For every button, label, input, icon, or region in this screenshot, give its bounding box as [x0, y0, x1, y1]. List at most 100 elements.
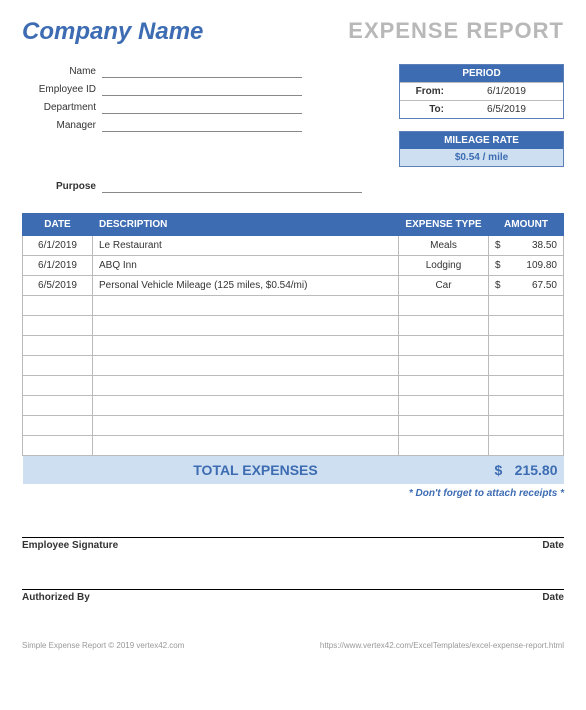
company-name: Company Name [22, 18, 203, 46]
cell-empty [489, 436, 564, 456]
document-header: Company Name EXPENSE REPORT [22, 18, 564, 46]
header-amount: AMOUNT [489, 214, 564, 236]
table-row [23, 296, 564, 316]
cell-empty [23, 396, 93, 416]
period-to-label: To: [400, 101, 450, 118]
cell-empty [399, 356, 489, 376]
table-row [23, 336, 564, 356]
employee-signature-row: Employee Signature Date [22, 537, 564, 551]
cell-date: 6/1/2019 [23, 256, 93, 276]
total-currency: $ [495, 462, 503, 478]
period-from-value: 6/1/2019 [450, 83, 563, 100]
name-field: Name [22, 64, 399, 78]
total-amount-cell: $ 215.80 [489, 456, 564, 485]
total-label: TOTAL EXPENSES [23, 456, 489, 485]
table-header-row: DATE DESCRIPTION EXPENSE TYPE AMOUNT [23, 214, 564, 236]
table-row [23, 436, 564, 456]
authorized-date-label: Date [542, 592, 564, 603]
cell-empty [399, 296, 489, 316]
purpose-label: Purpose [22, 181, 102, 193]
signature-section: Employee Signature Date Authorized By Da… [22, 537, 564, 603]
purpose-field: Purpose [22, 179, 564, 193]
cell-empty [93, 316, 399, 336]
employee-fields: Name Employee ID Department Manager [22, 64, 399, 167]
cell-empty [399, 396, 489, 416]
mileage-box: MILEAGE RATE $0.54 / mile [399, 131, 564, 167]
cell-amount: $38.50 [489, 236, 564, 256]
cell-date: 6/1/2019 [23, 236, 93, 256]
table-row [23, 316, 564, 336]
period-from-label: From: [400, 83, 450, 100]
footer: Simple Expense Report © 2019 vertex42.co… [22, 641, 564, 650]
period-mileage-section: PERIOD From: 6/1/2019 To: 6/5/2019 MILEA… [399, 64, 564, 167]
mileage-value: $0.54 / mile [400, 149, 563, 166]
footer-copyright: Simple Expense Report © 2019 vertex42.co… [22, 641, 184, 650]
footer-url: https://www.vertex42.com/ExcelTemplates/… [320, 641, 564, 650]
period-from-row: From: 6/1/2019 [400, 82, 563, 100]
table-row [23, 376, 564, 396]
purpose-input-line[interactable] [102, 179, 362, 193]
cell-description: Personal Vehicle Mileage (125 miles, $0.… [93, 276, 399, 296]
cell-empty [93, 356, 399, 376]
period-to-row: To: 6/5/2019 [400, 100, 563, 118]
cell-amount: $109.80 [489, 256, 564, 276]
authorized-signature-row: Authorized By Date [22, 589, 564, 603]
cell-type: Car [399, 276, 489, 296]
cell-empty [93, 376, 399, 396]
cell-empty [23, 416, 93, 436]
cell-empty [489, 376, 564, 396]
cell-description: Le Restaurant [93, 236, 399, 256]
table-row [23, 356, 564, 376]
table-row: 6/1/2019Le RestaurantMeals$38.50 [23, 236, 564, 256]
total-row: TOTAL EXPENSES $ 215.80 [23, 456, 564, 485]
cell-empty [489, 336, 564, 356]
cell-empty [399, 376, 489, 396]
cell-empty [93, 396, 399, 416]
cell-empty [93, 416, 399, 436]
cell-empty [399, 416, 489, 436]
header-description: DESCRIPTION [93, 214, 399, 236]
manager-field: Manager [22, 118, 399, 132]
cell-empty [23, 296, 93, 316]
cell-empty [399, 436, 489, 456]
header-expense-type: EXPENSE TYPE [399, 214, 489, 236]
manager-input-line[interactable] [102, 118, 302, 132]
cell-empty [23, 356, 93, 376]
employee-signature-label: Employee Signature [22, 540, 118, 551]
period-box: PERIOD From: 6/1/2019 To: 6/5/2019 [399, 64, 564, 119]
cell-empty [489, 296, 564, 316]
cell-empty [489, 316, 564, 336]
cell-type: Lodging [399, 256, 489, 276]
cell-empty [399, 336, 489, 356]
employee-id-field: Employee ID [22, 82, 399, 96]
table-row: 6/1/2019ABQ InnLodging$109.80 [23, 256, 564, 276]
authorized-by-label: Authorized By [22, 592, 90, 603]
department-input-line[interactable] [102, 100, 302, 114]
department-label: Department [22, 102, 102, 114]
table-row [23, 416, 564, 436]
total-amount: 215.80 [515, 462, 558, 478]
employee-id-input-line[interactable] [102, 82, 302, 96]
mileage-header: MILEAGE RATE [400, 132, 563, 149]
cell-empty [399, 316, 489, 336]
period-header: PERIOD [400, 65, 563, 82]
employee-signature-date-label: Date [542, 540, 564, 551]
info-section: Name Employee ID Department Manager PERI… [22, 64, 564, 167]
document-title: EXPENSE REPORT [348, 18, 564, 44]
cell-empty [489, 396, 564, 416]
name-label: Name [22, 66, 102, 78]
cell-empty [93, 296, 399, 316]
expense-table: DATE DESCRIPTION EXPENSE TYPE AMOUNT 6/1… [22, 213, 564, 484]
employee-id-label: Employee ID [22, 84, 102, 96]
cell-amount: $67.50 [489, 276, 564, 296]
cell-empty [23, 436, 93, 456]
cell-date: 6/5/2019 [23, 276, 93, 296]
cell-empty [489, 356, 564, 376]
cell-empty [93, 336, 399, 356]
manager-label: Manager [22, 120, 102, 132]
table-row: 6/5/2019Personal Vehicle Mileage (125 mi… [23, 276, 564, 296]
department-field: Department [22, 100, 399, 114]
cell-empty [489, 416, 564, 436]
period-to-value: 6/5/2019 [450, 101, 563, 118]
name-input-line[interactable] [102, 64, 302, 78]
